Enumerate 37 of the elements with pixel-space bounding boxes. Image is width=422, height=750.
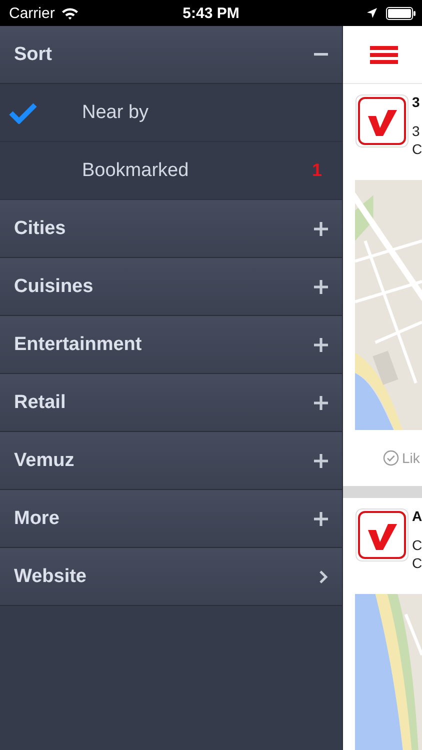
section-title: Retail xyxy=(14,392,66,414)
battery-icon xyxy=(386,6,416,20)
logo-icon xyxy=(355,508,409,562)
menu-section[interactable]: Cuisines xyxy=(0,258,342,316)
clock-time: 5:43 PM xyxy=(182,4,240,22)
menu-section[interactable]: More xyxy=(0,490,342,548)
place-name: A xyxy=(412,508,422,524)
section-title: Cities xyxy=(14,218,66,240)
item-label: Near by xyxy=(82,102,150,124)
item-count: 1 xyxy=(312,160,322,181)
section-title: More xyxy=(14,508,60,530)
menu-section[interactable]: Sort xyxy=(0,26,342,84)
check-circle-icon xyxy=(383,450,399,466)
location-arrow-icon xyxy=(366,7,378,19)
menu-section[interactable]: Entertainment xyxy=(0,316,342,374)
logo-icon xyxy=(355,94,409,148)
menu-section[interactable]: Vemuz xyxy=(0,432,342,490)
menu-section[interactable]: Cities xyxy=(0,200,342,258)
chevron-right-icon xyxy=(319,570,328,584)
wifi-icon xyxy=(60,6,79,20)
address-text: C xyxy=(412,554,422,572)
place-card[interactable]: 3 3 C Lik xyxy=(343,84,422,486)
place-name: 3 xyxy=(412,94,421,110)
section-title: Website xyxy=(14,566,87,588)
section-title: Entertainment xyxy=(14,334,142,356)
address-text: C xyxy=(412,140,422,158)
section-title: Vemuz xyxy=(14,450,74,472)
address-text: C xyxy=(412,536,422,554)
section-title: Sort xyxy=(14,44,52,66)
address-text: 3 xyxy=(412,122,421,140)
item-label: Bookmarked xyxy=(82,160,190,182)
menu-section[interactable]: Website xyxy=(0,548,342,606)
place-card[interactable]: A C C xyxy=(343,486,422,750)
carrier-name: Carrier xyxy=(9,4,55,22)
menu-section[interactable]: Retail xyxy=(0,374,342,432)
menu-icon[interactable] xyxy=(370,46,398,64)
section-title: Cuisines xyxy=(14,276,94,298)
